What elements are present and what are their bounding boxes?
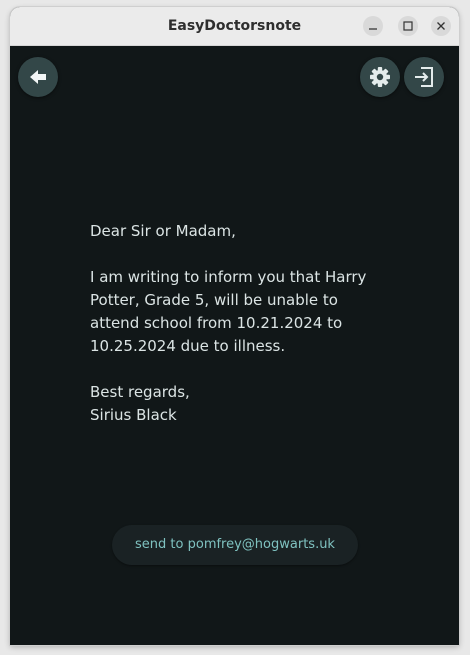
close-icon bbox=[437, 22, 445, 30]
logout-icon bbox=[415, 67, 433, 87]
send-button[interactable]: send to pomfrey@hogwarts.uk bbox=[112, 525, 358, 565]
back-button[interactable] bbox=[18, 57, 58, 97]
note-body: I am writing to inform you that Harry Po… bbox=[90, 268, 367, 355]
maximize-button[interactable] bbox=[398, 16, 418, 36]
window-title: EasyDoctorsnote bbox=[167, 18, 302, 34]
doctor-note-text: Dear Sir or Madam, I am writing to infor… bbox=[90, 220, 380, 427]
note-closing: Best regards, bbox=[90, 383, 190, 401]
gear-icon bbox=[370, 67, 390, 87]
minimize-button[interactable] bbox=[363, 16, 383, 36]
title-bar: EasyDoctorsnote bbox=[10, 7, 459, 46]
maximize-icon bbox=[403, 21, 413, 31]
settings-button[interactable] bbox=[360, 57, 400, 97]
app-window: EasyDoctorsnote Dear Sir or Madam, I am … bbox=[10, 7, 459, 645]
note-signature: Sirius Black bbox=[90, 406, 177, 424]
minimize-icon bbox=[369, 28, 377, 30]
exit-button[interactable] bbox=[404, 57, 444, 97]
arrow-left-icon bbox=[30, 70, 46, 84]
note-greeting: Dear Sir or Madam, bbox=[90, 222, 236, 240]
close-button[interactable] bbox=[431, 16, 451, 36]
